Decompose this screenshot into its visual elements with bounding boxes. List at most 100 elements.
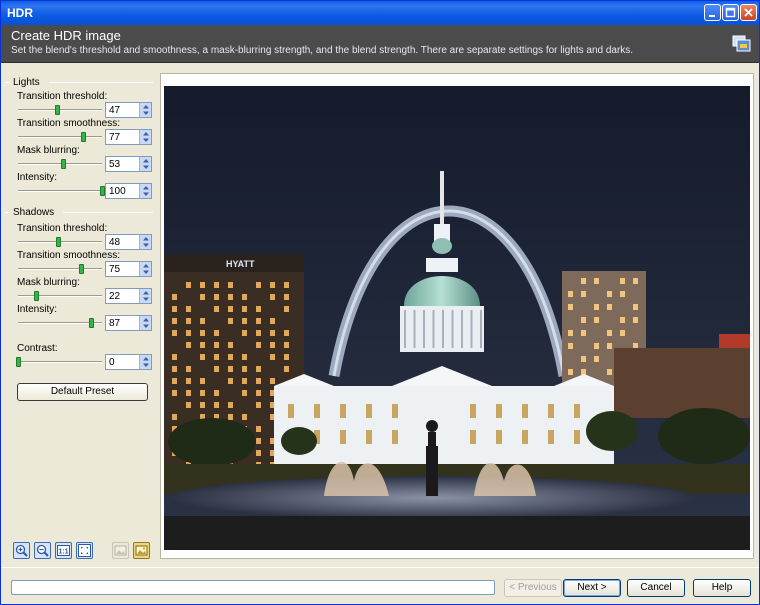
window-title: HDR [7, 6, 33, 20]
shadows-mask-blurring-spin-arrows[interactable] [139, 289, 151, 303]
lights-transition-smoothness-spinbox[interactable]: 77 [105, 129, 152, 145]
contrast-contrast-slider[interactable] [16, 357, 102, 367]
contrast-contrast-value[interactable]: 0 [109, 357, 115, 368]
title-bar[interactable]: HDR [1, 1, 759, 25]
shadows-transition-smoothness-spin-arrows[interactable] [139, 262, 151, 276]
zoom-in-icon [15, 544, 28, 557]
spin-arrows-icon [143, 105, 149, 115]
preview-image-icon [135, 545, 148, 556]
close-button[interactable] [740, 4, 757, 21]
shadows-group-label: Shadows [13, 207, 55, 218]
lights-mask-blurring-value[interactable]: 53 [109, 159, 120, 170]
lights-mask-blurring-slider-thumb[interactable] [61, 159, 66, 169]
contrast-contrast-spinbox[interactable]: 0 [105, 354, 152, 370]
lights-transition-threshold-spin-arrows[interactable] [139, 103, 151, 117]
contrast-contrast-slider-thumb[interactable] [16, 357, 21, 367]
before-view-button[interactable] [112, 542, 129, 559]
spin-arrows-icon [143, 159, 149, 169]
lights-intensity-value[interactable]: 100 [109, 186, 126, 197]
shadows-mask-blurring-label: Mask blurring: [17, 277, 80, 288]
lights-transition-threshold-slider[interactable] [18, 105, 102, 115]
previous-button[interactable]: < Previous [504, 579, 562, 597]
close-icon [744, 8, 753, 17]
lights-intensity-spinbox[interactable]: 100 [105, 183, 152, 199]
shadows-transition-threshold-slider[interactable] [18, 237, 102, 247]
lights-transition-threshold-value[interactable]: 47 [109, 105, 120, 116]
shadows-transition-smoothness-label: Transition smoothness: [17, 250, 121, 261]
hdr-preview-image[interactable]: HYATT [164, 86, 750, 550]
spin-arrows-icon [143, 132, 149, 142]
footer-divider [1, 567, 759, 568]
lights-intensity-slider[interactable] [18, 186, 105, 196]
lights-mask-blurring-slider[interactable] [18, 159, 102, 169]
lights-mask-blurring-spinbox[interactable]: 53 [105, 156, 152, 172]
page-title: Create HDR image [11, 28, 121, 43]
image-icon [114, 545, 127, 556]
shadows-intensity-slider-thumb[interactable] [89, 318, 94, 328]
spin-arrows-icon [143, 264, 149, 274]
lights-intensity-label: Intensity: [17, 172, 58, 183]
preview-toggle-button[interactable] [133, 542, 150, 559]
shadows-divider-left [5, 212, 10, 213]
hdr-window: HDR Create HDR image Set the blend's thr… [0, 0, 760, 605]
image-preview-frame: HYATT [160, 73, 754, 559]
shadows-transition-smoothness-value[interactable]: 75 [109, 264, 120, 275]
shadows-transition-threshold-slider-thumb[interactable] [56, 237, 61, 247]
zoom-in-button[interactable] [13, 542, 30, 559]
shadows-transition-threshold-spinbox[interactable]: 48 [105, 234, 152, 250]
shadows-transition-smoothness-slider-thumb[interactable] [79, 264, 84, 274]
lights-transition-smoothness-slider[interactable] [18, 132, 102, 142]
fit-to-window-button[interactable] [76, 542, 93, 559]
lights-transition-threshold-label: Transition threshold: [17, 91, 108, 102]
spin-arrows-icon [143, 357, 149, 367]
shadows-transition-smoothness-slider[interactable] [18, 264, 102, 274]
fit-to-window-icon [78, 544, 91, 557]
cancel-button[interactable]: Cancel [627, 579, 685, 597]
maximize-icon [725, 7, 736, 18]
shadows-intensity-label: Intensity: [17, 304, 58, 315]
lights-divider-right [49, 82, 153, 83]
shadows-mask-blurring-value[interactable]: 22 [109, 291, 120, 302]
shadows-transition-smoothness-spinbox[interactable]: 75 [105, 261, 152, 277]
spin-arrows-icon [143, 291, 149, 301]
shadows-intensity-spin-arrows[interactable] [139, 316, 151, 330]
svg-text:1:1: 1:1 [58, 549, 68, 556]
lights-transition-smoothness-spin-arrows[interactable] [139, 130, 151, 144]
lights-transition-threshold-spinbox[interactable]: 47 [105, 102, 152, 118]
shadows-intensity-value[interactable]: 87 [109, 318, 120, 329]
settings-panel: Lights Shadows Transition threshold: 47 Tr… [5, 69, 157, 561]
actual-size-button[interactable]: 1:1 [55, 542, 72, 559]
preview-scene: HYATT [164, 86, 750, 550]
lights-transition-smoothness-label: Transition smoothness: [17, 118, 121, 129]
shadows-mask-blurring-spinbox[interactable]: 22 [105, 288, 152, 304]
lights-transition-smoothness-value[interactable]: 77 [109, 132, 120, 143]
shadows-intensity-slider[interactable] [18, 318, 102, 328]
shadows-transition-threshold-spin-arrows[interactable] [139, 235, 151, 249]
contrast-contrast-label: Contrast: [17, 343, 58, 354]
spin-arrows-icon [143, 186, 149, 196]
next-button[interactable]: Next > [563, 579, 621, 597]
zoom-out-button[interactable] [34, 542, 51, 559]
actual-size-icon: 1:1 [57, 545, 70, 556]
contrast-contrast-spin-arrows[interactable] [139, 355, 151, 369]
shadows-mask-blurring-slider[interactable] [18, 291, 102, 301]
help-button[interactable]: Help [693, 579, 751, 597]
lights-transition-smoothness-slider-thumb[interactable] [81, 132, 86, 142]
spin-arrows-icon [143, 318, 149, 328]
lights-mask-blurring-label: Mask blurring: [17, 145, 80, 156]
minimize-icon [709, 15, 715, 17]
lights-mask-blurring-spin-arrows[interactable] [139, 157, 151, 171]
lights-divider-left [5, 82, 10, 83]
shadows-divider-right [63, 212, 153, 213]
minimize-button[interactable] [704, 4, 721, 21]
maximize-button[interactable] [722, 4, 739, 21]
hdr-images-icon [732, 35, 751, 52]
shadows-mask-blurring-slider-thumb[interactable] [34, 291, 39, 301]
lights-transition-threshold-slider-thumb[interactable] [55, 105, 60, 115]
lights-intensity-spin-arrows[interactable] [139, 184, 151, 198]
spin-arrows-icon [143, 237, 149, 247]
shadows-intensity-spinbox[interactable]: 87 [105, 315, 152, 331]
lights-group-label: Lights [13, 77, 40, 88]
shadows-transition-threshold-value[interactable]: 48 [109, 237, 120, 248]
default-preset-button[interactable]: Default Preset [17, 383, 148, 401]
